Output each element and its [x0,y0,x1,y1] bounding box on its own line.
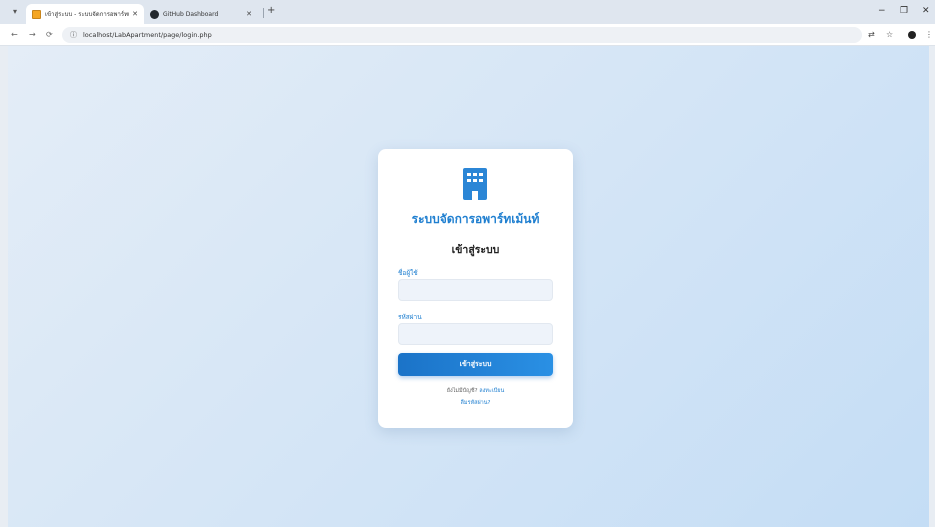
bookmark-star-icon[interactable]: ☆ [886,29,893,41]
apartment-favicon-icon [32,9,41,19]
tab-close-icon[interactable]: ✕ [246,10,252,18]
github-favicon-icon [150,9,159,19]
tab-title: GitHub Dashboard [163,10,219,18]
building-icon [463,168,487,200]
register-prompt: ยังไม่มีบัญชี? ลงทะเบียน [378,387,573,395]
forgot-password-line: ลืมรหัสผ่าน? [378,399,573,407]
tab-login[interactable]: เข้าสู่ระบบ - ระบบจัดการอพาร์ทเม้นท์ ✕ [26,4,144,24]
page-viewport: ระบบจัดการอพาร์ทเม้นท์ เข้าสู่ระบบ ชื่อผ… [8,46,929,527]
register-link[interactable]: ลงทะเบียน [479,388,504,394]
tab-title: เข้าสู่ระบบ - ระบบจัดการอพาร์ทเม้นท์ [45,11,130,18]
tab-search-button[interactable]: ▾ [8,5,22,19]
url-text[interactable]: localhost/LabApartment/page/login.php [83,31,212,39]
tab-close-icon[interactable]: ✕ [132,10,138,18]
tab-divider [263,8,264,18]
forward-button[interactable]: → [29,28,36,42]
password-input[interactable] [398,323,553,345]
browser-toolbar: ← → ⟳ ⓘ localhost/LabApartment/page/logi… [0,24,935,46]
forgot-password-link[interactable]: ลืมรหัสผ่าน? [461,400,491,406]
extension-icon[interactable] [908,31,916,39]
site-info-icon[interactable]: ⓘ [70,30,77,40]
minimize-button[interactable]: − [878,5,886,17]
new-tab-button[interactable]: + [267,5,275,17]
restore-button[interactable]: ❐ [900,5,908,17]
translate-icon[interactable]: ⇄ [868,29,875,41]
tab-github-dashboard[interactable]: GitHub Dashboard ✕ [144,4,258,24]
login-card: ระบบจัดการอพาร์ทเม้นท์ เข้าสู่ระบบ ชื่อผ… [378,149,573,428]
username-input[interactable] [398,279,553,301]
browser-menu-icon[interactable]: ⋮ [925,29,933,41]
app-title: ระบบจัดการอพาร์ทเม้นท์ [411,212,540,226]
browser-tab-strip: ▾ เข้าสู่ระบบ - ระบบจัดการอพาร์ทเม้นท์ ✕… [0,0,935,24]
password-label: รหัสผ่าน [398,313,422,321]
close-window-button[interactable]: ✕ [922,5,930,17]
address-bar[interactable]: ⓘ localhost/LabApartment/page/login.php [62,27,862,43]
login-button[interactable]: เข้าสู่ระบบ [398,353,553,376]
login-heading: เข้าสู่ระบบ [451,244,500,256]
reload-button[interactable]: ⟳ [46,28,53,42]
username-label: ชื่อผู้ใช้ [398,269,418,277]
back-button[interactable]: ← [11,28,18,42]
no-account-text: ยังไม่มีบัญชี? [446,388,478,394]
